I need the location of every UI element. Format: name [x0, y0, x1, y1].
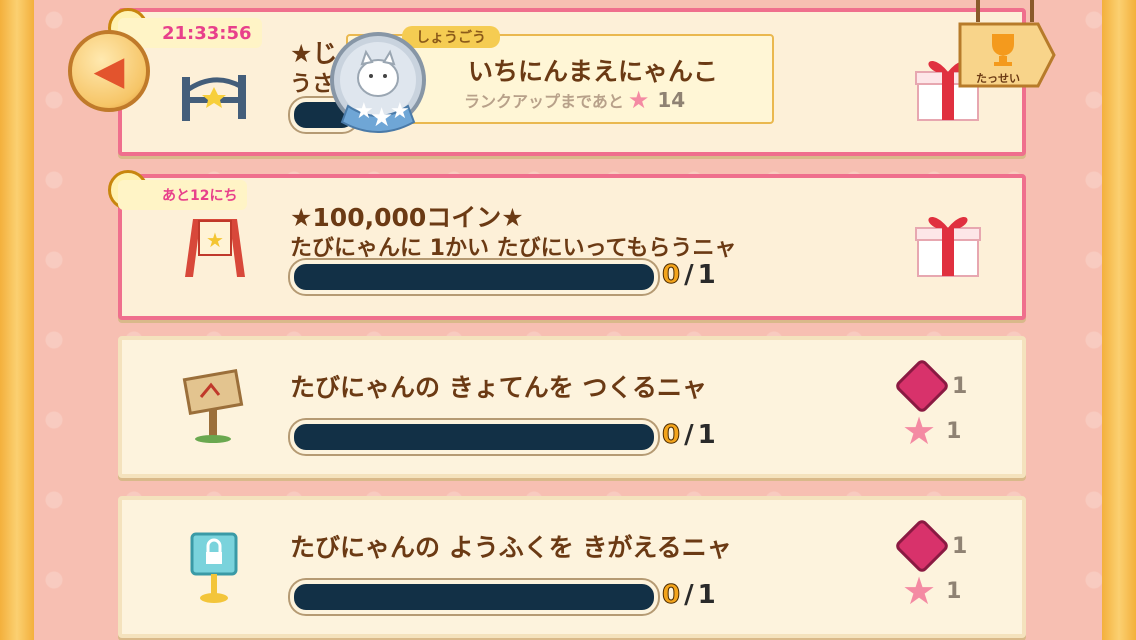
reward-gem: 1	[893, 517, 968, 575]
signpost-icon	[174, 366, 254, 446]
progress-total: 1	[697, 420, 716, 450]
progress-current: 0	[661, 260, 681, 291]
rank-title: いちにんまえにゃんこ	[468, 57, 719, 86]
rank-sub-label: ランクアップまであと	[464, 92, 624, 111]
rank-subtitle: ランクアップまであと ★ 14	[464, 86, 685, 114]
background-stripe-right	[1102, 0, 1136, 640]
easel-board-icon: ★	[174, 206, 254, 286]
progress-bar	[290, 260, 658, 294]
progress-total: 1	[697, 260, 716, 290]
progress-current: 0	[661, 420, 681, 451]
progress-bar	[290, 420, 658, 454]
rank-medal-icon: ★ ★ ★	[318, 26, 438, 146]
gem-icon	[893, 517, 951, 575]
background-stripe-left	[0, 0, 34, 640]
progress-current: 0	[661, 580, 681, 611]
back-arrow-icon: ◀	[93, 48, 125, 94]
svg-text:★: ★	[206, 228, 224, 252]
progress-bar	[290, 580, 658, 614]
mission-title: たびにゃんの ようふくを きがえるニャ	[290, 533, 732, 562]
mission-title: ★100,000コイン★	[290, 203, 524, 232]
rank-stars-remaining: 14	[657, 88, 686, 112]
mission-card[interactable]: ★ ★100,000コイン★ たびにゃんに 1かい たびにいってもらうニャ 0 …	[118, 174, 1026, 320]
gift-icon[interactable]	[912, 208, 984, 280]
reward-star-count: 1	[946, 578, 962, 604]
star-icon: ★	[902, 409, 937, 453]
mission-card[interactable]: たびにゃんの きょてんを つくるニャ 0 / 1 1 ★ 1	[118, 336, 1026, 478]
back-button[interactable]: ◀	[68, 30, 150, 112]
mission-card[interactable]: たびにゃんの ようふくを きがえるニャ 0 / 1 1 ★ 1	[118, 496, 1026, 638]
sign-rope-left	[976, 0, 980, 22]
progress-counter: 0 / 1	[661, 420, 716, 451]
reward-star: ★ 1	[902, 572, 961, 610]
star-icon: ★	[902, 569, 937, 613]
lock-sign-icon	[174, 526, 254, 606]
progress-separator: /	[684, 420, 694, 450]
mission-title: たびにゃんの きょてんを つくるニャ	[290, 373, 707, 402]
reward-star-count: 1	[946, 418, 962, 444]
progress-separator: /	[684, 580, 694, 610]
deadline-text: あと12にち	[162, 188, 238, 204]
timer-text: 21:33:56	[162, 22, 252, 44]
progress-total: 1	[697, 580, 716, 610]
progress-counter: 0 / 1	[661, 580, 716, 611]
progress-counter: 0 / 1	[661, 260, 716, 291]
progress-separator: /	[684, 260, 694, 290]
fence-icon	[174, 52, 254, 132]
reward-gem: 1	[893, 357, 968, 415]
gem-icon	[893, 357, 951, 415]
reward-star: ★ 1	[902, 412, 961, 450]
sign-rope-right	[1030, 0, 1034, 22]
star-icon: ★	[627, 86, 650, 114]
achievement-sign-button[interactable]: たっせい	[958, 22, 1056, 88]
mission-subtitle: たびにゃんに 1かい たびにいってもらうニャ	[290, 236, 737, 261]
achievement-label: たっせい	[976, 72, 1020, 85]
reward-gem-count: 1	[952, 373, 968, 399]
deadline-badge: あと12にち	[118, 180, 248, 210]
svg-text:★: ★	[390, 99, 410, 124]
reward-gem-count: 1	[952, 533, 968, 559]
